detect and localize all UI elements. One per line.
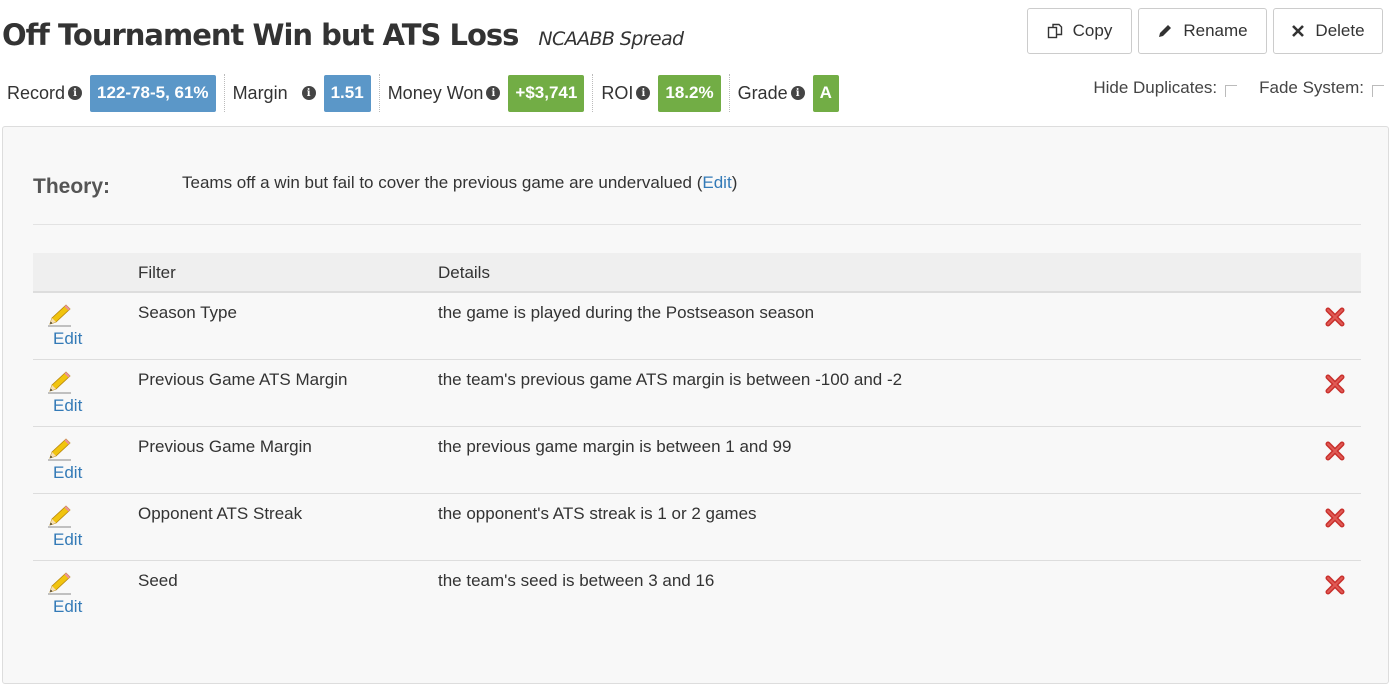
pencil-icon[interactable] — [47, 504, 73, 528]
red-x-icon[interactable] — [1325, 575, 1345, 595]
roi-badge: 18.2% — [658, 74, 721, 112]
pencil-icon[interactable] — [47, 437, 73, 461]
theory-text: Teams off a win but fail to cover the pr… — [182, 173, 737, 193]
row-edit-link[interactable]: Edit — [53, 530, 82, 550]
row-filter-name: Previous Game Margin — [138, 437, 312, 456]
rename-label: Rename — [1183, 21, 1248, 40]
table-row: Edit Previous Game ATS Margin the team's… — [33, 360, 1361, 427]
row-filter-details: the game is played during the Postseason… — [438, 303, 815, 322]
stat-grade-label: Grade — [737, 82, 788, 103]
red-x-icon[interactable] — [1325, 508, 1345, 528]
copy-label: Copy — [1072, 21, 1113, 40]
row-filter-name: Seed — [138, 571, 178, 590]
column-header-filter: Filter — [138, 263, 176, 282]
pencil-icon — [1157, 23, 1173, 39]
pencil-icon[interactable] — [47, 571, 73, 595]
delete-button[interactable]: Delete — [1273, 8, 1383, 54]
copy-button[interactable]: Copy — [1027, 8, 1132, 54]
page-header: Off Tournament Win but ATS Loss NCAABB S… — [2, 18, 684, 52]
delete-label: Delete — [1315, 21, 1365, 40]
theory-label: Theory: — [33, 175, 111, 198]
stats-bar: Record i 122-78-5, 61% Margin i 1.51 Mon… — [0, 74, 847, 112]
stat-record: Record i 122-78-5, 61% — [0, 74, 224, 112]
stat-margin: Margin i 1.51 — [223, 74, 379, 112]
table-row: Edit Previous Game Margin the previous g… — [33, 427, 1361, 494]
table-row: Edit Opponent ATS Streak the opponent's … — [33, 494, 1361, 561]
fade-system-checkbox[interactable] — [1372, 85, 1384, 97]
column-header-details: Details — [438, 263, 490, 282]
row-filter-details: the previous game margin is between 1 an… — [438, 437, 792, 456]
row-filter-details: the team's seed is between 3 and 16 — [438, 571, 715, 590]
system-panel: Theory: Teams off a win but fail to cove… — [2, 126, 1389, 684]
red-x-icon[interactable] — [1325, 441, 1345, 461]
theory-description: Teams off a win but fail to cover the pr… — [182, 173, 692, 192]
row-filter-name: Previous Game ATS Margin — [138, 370, 348, 389]
theory-edit-close: ) — [731, 173, 738, 192]
table-header: Filter Details — [33, 253, 1361, 293]
row-edit-link[interactable]: Edit — [53, 329, 82, 349]
system-toggles: Hide Duplicates: Fade System: — [1093, 78, 1384, 98]
row-filter-details: the team's previous game ATS margin is b… — [438, 370, 903, 389]
pencil-icon[interactable] — [47, 303, 73, 327]
stat-grade: Grade i A — [728, 74, 847, 112]
action-buttons: Copy Rename Delete — [1027, 8, 1383, 54]
row-edit-link[interactable]: Edit — [53, 396, 82, 416]
fade-system-toggle[interactable]: Fade System: — [1259, 78, 1384, 98]
row-filter-name: Opponent ATS Streak — [138, 504, 303, 523]
grade-badge: A — [812, 74, 839, 112]
page-title: Off Tournament Win but ATS Loss — [2, 18, 519, 52]
hide-duplicates-label: Hide Duplicates: — [1093, 78, 1218, 97]
info-icon[interactable]: i — [68, 86, 83, 100]
stat-money-won: Money Won i +$3,741 — [378, 74, 593, 112]
margin-badge: 1.51 — [323, 74, 371, 112]
stat-record-label: Record — [7, 82, 66, 103]
row-filter-details: the opponent's ATS streak is 1 or 2 game… — [438, 504, 757, 523]
hide-duplicates-checkbox[interactable] — [1225, 85, 1238, 97]
stat-roi-label: ROI — [601, 82, 634, 103]
hide-duplicates-toggle[interactable]: Hide Duplicates: — [1093, 78, 1238, 98]
stat-margin-label: Margin — [232, 82, 288, 103]
money-badge: +$3,741 — [508, 74, 585, 112]
filters-table: Filter Details Edit Season Type the game… — [33, 253, 1361, 628]
table-row: Edit Seed the team's seed is between 3 a… — [33, 561, 1361, 628]
info-icon[interactable]: i — [486, 86, 501, 100]
rename-button[interactable]: Rename — [1138, 8, 1267, 54]
red-x-icon[interactable] — [1325, 307, 1345, 327]
stat-roi: ROI i 18.2% — [592, 74, 728, 112]
row-edit-link[interactable]: Edit — [53, 463, 82, 483]
info-icon[interactable]: i — [301, 86, 316, 100]
red-x-icon[interactable] — [1325, 374, 1345, 394]
page-subtitle: NCAABB Spread — [538, 28, 684, 50]
times-icon — [1291, 24, 1305, 38]
fade-system-label: Fade System: — [1259, 78, 1364, 97]
table-row: Edit Season Type the game is played duri… — [33, 293, 1361, 360]
theory-section: Theory: Teams off a win but fail to cove… — [33, 173, 1361, 225]
pencil-icon[interactable] — [47, 370, 73, 394]
table-body: Edit Season Type the game is played duri… — [33, 293, 1361, 628]
stat-money-label: Money Won — [387, 82, 484, 103]
info-icon[interactable]: i — [636, 86, 651, 100]
row-edit-link[interactable]: Edit — [53, 597, 82, 617]
record-badge: 122-78-5, 61% — [90, 74, 216, 112]
info-icon[interactable]: i — [790, 86, 805, 100]
row-filter-name: Season Type — [138, 303, 237, 322]
theory-edit-link[interactable]: Edit — [702, 173, 731, 192]
copy-icon — [1047, 23, 1063, 39]
